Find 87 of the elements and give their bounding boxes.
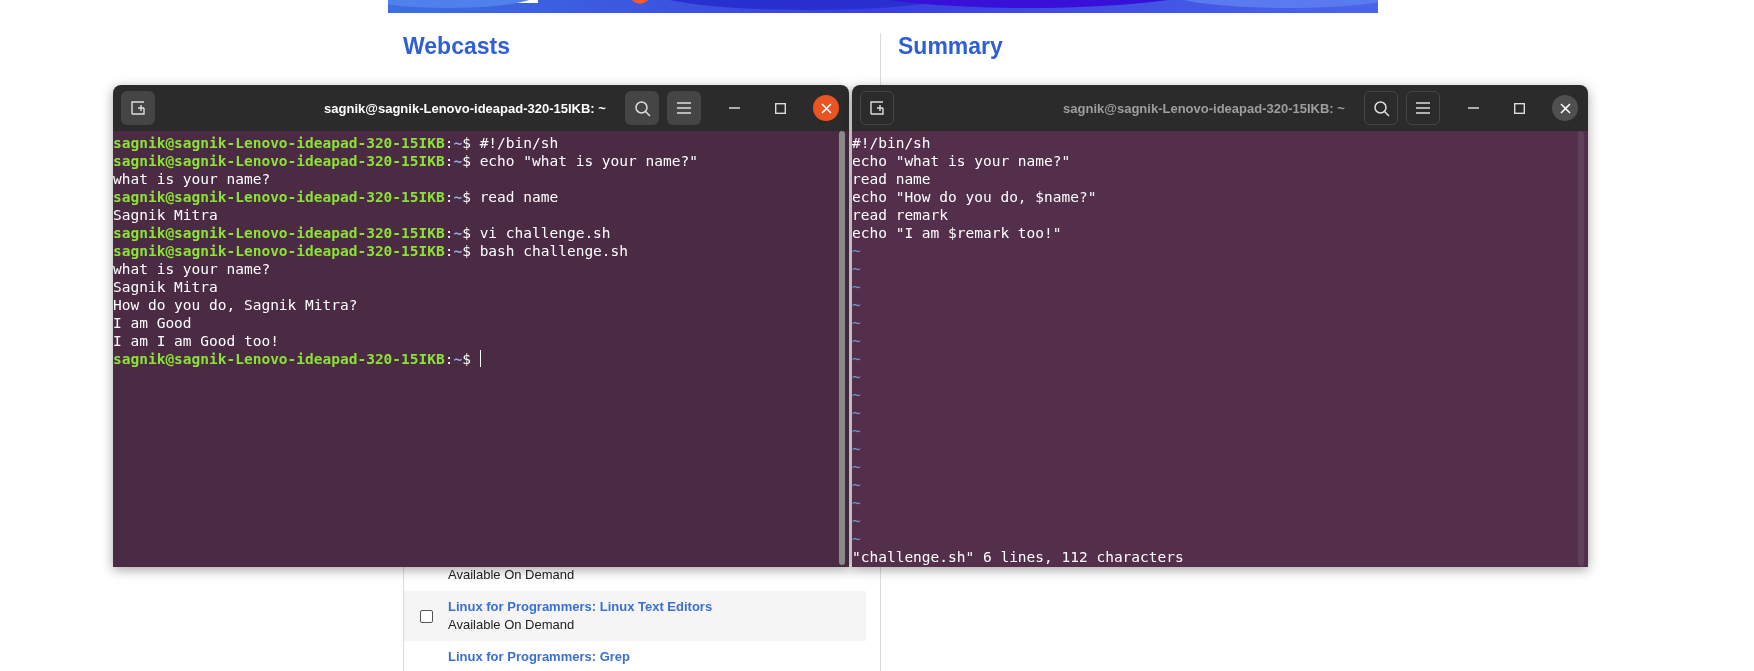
prompt-user-host: sagnik@sagnik-Lenovo-ideapad-320-15IKB (113, 224, 445, 242)
prompt-user-host: sagnik@sagnik-Lenovo-ideapad-320-15IKB (113, 188, 445, 206)
empty-line-marker: ~ (852, 368, 861, 386)
empty-line-marker: ~ (852, 494, 861, 512)
prompt-path: ~ (453, 188, 463, 206)
output-text: what is your name? (113, 170, 271, 188)
maximize-icon (1513, 102, 1525, 114)
prompt-colon: : (444, 188, 454, 206)
output-text: I am I am Good too! (113, 332, 279, 350)
empty-line-marker: ~ (852, 350, 861, 368)
command-text: vi challenge.sh (479, 224, 611, 242)
empty-line-marker: ~ (852, 278, 861, 296)
empty-line-marker: ~ (852, 242, 861, 260)
availability-text: Available On Demand (448, 616, 576, 634)
output-text: I am Good (113, 314, 192, 332)
prompt-symbol: $ (462, 224, 471, 242)
search-icon (633, 99, 651, 117)
prompt-colon: : (444, 242, 454, 260)
empty-line-marker: ~ (852, 458, 861, 476)
output-text: echo "How do you do, $name?" (852, 188, 1097, 206)
menu-icon (1415, 101, 1431, 115)
maximize-icon (774, 102, 786, 114)
empty-line-marker: ~ (852, 404, 861, 422)
empty-line-marker: ~ (852, 314, 861, 332)
window-title: sagnik@sagnik-Lenovo-ideapad-320-15IKB: ~ (1062, 100, 1346, 116)
output-text: How do you do, Sagnik Mitra? (113, 296, 358, 314)
empty-line-marker: ~ (852, 386, 861, 404)
prompt-user-host: sagnik@sagnik-Lenovo-ideapad-320-15IKB (113, 350, 445, 368)
empty-line-marker: ~ (852, 332, 861, 350)
webcast-item[interactable]: Linux for Programmers: Linux Text Editors Available On Demand (404, 591, 866, 641)
output-text: read name (852, 170, 931, 188)
prompt-symbol: $ (462, 152, 471, 170)
prompt-colon: : (444, 224, 454, 242)
status-message: "challenge.sh" 6 lines, 112 characters (852, 548, 1184, 566)
close-icon (820, 102, 832, 114)
prompt-symbol: $ (462, 350, 471, 368)
webcast-title-link[interactable]: Linux for Programmers: Linux Text Editors (448, 598, 713, 616)
empty-line-marker: ~ (852, 422, 861, 440)
search-button[interactable] (625, 91, 659, 125)
output-text: echo "what is your name?" (852, 152, 1071, 170)
webcast-title-link[interactable]: Linux for Programmers: Grep (448, 648, 631, 666)
output-text: Sagnik Mitra (113, 278, 218, 296)
empty-line-marker: ~ (852, 512, 861, 530)
prompt-colon: : (444, 350, 454, 368)
prompt-user-host: sagnik@sagnik-Lenovo-ideapad-320-15IKB (113, 134, 445, 152)
prompt-symbol: $ (462, 188, 471, 206)
menu-icon (676, 101, 692, 115)
output-text: echo "I am $remark too!" (852, 224, 1062, 242)
prompt-path: ~ (453, 152, 463, 170)
minimize-icon (728, 107, 740, 109)
empty-line-marker: ~ (852, 476, 861, 494)
availability-text: Available On Demand (448, 566, 575, 584)
empty-line-marker: ~ (852, 530, 861, 548)
command-text: read name (479, 188, 559, 206)
scrollbar[interactable] (839, 131, 845, 565)
empty-line-marker: ~ (852, 296, 861, 314)
command-text: bash challenge.sh (479, 242, 629, 260)
output-text: what is your name? (113, 260, 271, 278)
minimize-icon (1467, 107, 1479, 109)
output-text: #!/bin/sh (852, 134, 931, 152)
checkbox[interactable] (419, 609, 433, 623)
prompt-user-host: sagnik@sagnik-Lenovo-ideapad-320-15IKB (113, 242, 445, 260)
empty-line-marker: ~ (852, 440, 861, 458)
prompt-colon: : (444, 152, 454, 170)
output-text: read remark (852, 206, 949, 224)
prompt-symbol: $ (462, 242, 471, 260)
prompt-symbol: $ (462, 134, 471, 152)
prompt-colon: : (444, 134, 454, 152)
search-icon (1372, 99, 1390, 117)
menu-button[interactable] (667, 91, 701, 125)
window-title: sagnik@sagnik-Lenovo-ideapad-320-15IKB: ~ (323, 100, 607, 116)
new-tab-icon (868, 99, 886, 117)
close-icon (1559, 102, 1571, 114)
prompt-path: ~ (453, 242, 463, 260)
command-text: #!/bin/sh (479, 134, 559, 152)
new-tab-icon (129, 99, 147, 117)
section-heading: Summary (898, 32, 1003, 61)
new-tab-button[interactable] (121, 91, 155, 125)
close-button[interactable] (813, 95, 839, 121)
output-text: Sagnik Mitra (113, 206, 218, 224)
prompt-user-host: sagnik@sagnik-Lenovo-ideapad-320-15IKB (113, 152, 445, 170)
prompt-path: ~ (453, 350, 463, 368)
section-heading: Webcasts (403, 32, 510, 61)
prompt-path: ~ (453, 134, 463, 152)
empty-line-marker: ~ (852, 260, 861, 278)
prompt-path: ~ (453, 224, 463, 242)
command-text: echo "what is your name?" (479, 152, 698, 170)
